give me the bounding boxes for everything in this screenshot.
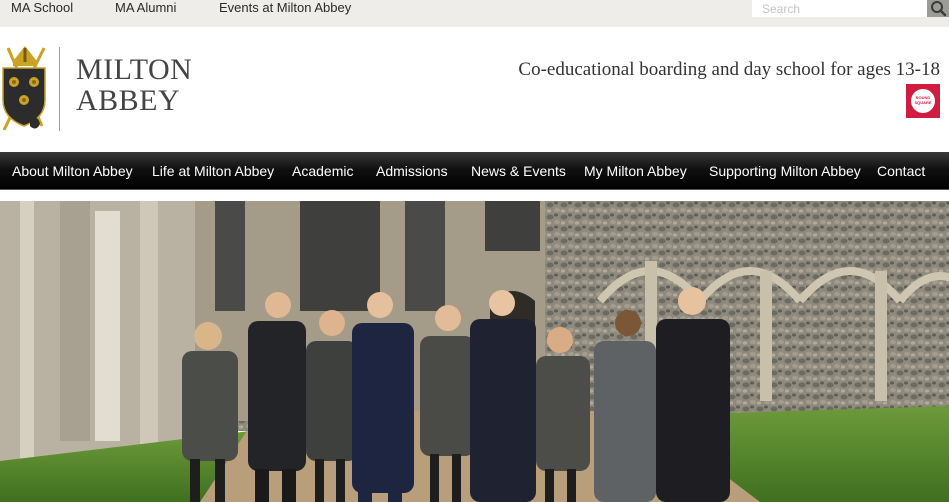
link-events-at-milton-abbey[interactable]: Events at Milton Abbey	[219, 0, 351, 16]
search-icon	[931, 1, 947, 17]
nav-item-news-events[interactable]: News & Events	[471, 152, 566, 190]
nav-item-my-milton-abbey[interactable]: My Milton Abbey	[584, 152, 687, 190]
nav-item-academic[interactable]: Academic	[292, 152, 353, 190]
badge-circle: ROUND SQUARE	[911, 89, 935, 113]
link-ma-alumni[interactable]: MA Alumni	[115, 0, 176, 16]
hero-image	[0, 201, 949, 502]
nav-item-about[interactable]: About Milton Abbey	[12, 152, 133, 190]
nav-item-life[interactable]: Life at Milton Abbey	[152, 152, 274, 190]
wordmark-line-2: ABBEY	[76, 84, 181, 117]
round-square-badge[interactable]: ROUND SQUARE	[906, 84, 940, 118]
school-wordmark[interactable]: MILTON ABBEY	[76, 54, 192, 116]
site-header: MILTON ABBEY Co-educational boarding and…	[0, 27, 949, 152]
nav-item-admissions[interactable]: Admissions	[376, 152, 448, 190]
nav-item-supporting[interactable]: Supporting Milton Abbey	[709, 152, 861, 190]
search-button[interactable]	[927, 0, 949, 17]
nav-item-contact[interactable]: Contact	[877, 152, 925, 190]
utility-bar: MA School MA Alumni Events at Milton Abb…	[0, 0, 949, 27]
search-input[interactable]	[752, 0, 927, 17]
school-crest-logo[interactable]	[0, 42, 50, 132]
wordmark-line-1: MILTON	[76, 53, 193, 86]
school-tagline: Co-educational boarding and day school f…	[518, 59, 940, 80]
badge-label: ROUND SQUARE	[914, 95, 932, 105]
link-ma-school[interactable]: MA School	[11, 0, 73, 16]
logo-divider	[59, 47, 60, 131]
main-navigation: About Milton Abbey Life at Milton Abbey …	[0, 152, 949, 190]
